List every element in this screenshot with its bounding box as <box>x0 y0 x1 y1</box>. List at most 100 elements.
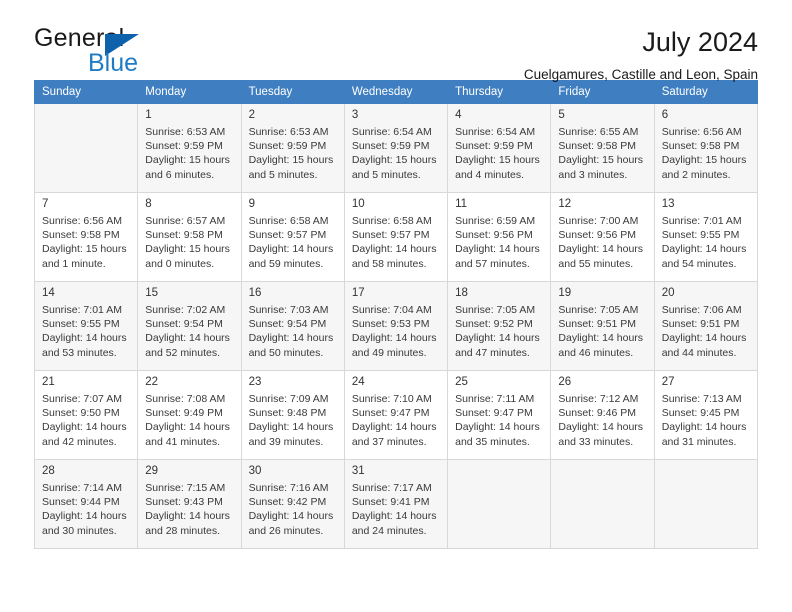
calendar-day-cell[interactable]: 1 Sunrise: 6:53 AM Sunset: 9:59 PM Daylig… <box>137 103 242 193</box>
day-number: 18 <box>455 287 468 299</box>
calendar-day-cell[interactable]: 18 Sunrise: 7:05 AM Sunset: 9:52 PM Dayli… <box>447 281 552 371</box>
calendar-day-cell[interactable]: 8 Sunrise: 6:57 AM Sunset: 9:58 PM Daylig… <box>137 192 242 282</box>
brand-logo[interactable]: General Blue <box>34 26 244 82</box>
day-number: 2 <box>248 109 255 121</box>
day-sun-details: Sunrise: 7:12 AM Sunset: 9:46 PM Dayligh… <box>558 393 644 448</box>
day-sun-details: Sunrise: 7:06 AM Sunset: 9:51 PM Dayligh… <box>661 304 747 359</box>
day-sun-details: Sunrise: 7:14 AM Sunset: 9:44 PM Dayligh… <box>42 482 127 537</box>
day-sun-details: Sunrise: 7:05 AM Sunset: 9:52 PM Dayligh… <box>455 304 540 359</box>
calendar-day-cell[interactable]: 22 Sunrise: 7:08 AM Sunset: 9:49 PM Dayli… <box>137 370 242 460</box>
day-sun-details: Sunrise: 7:09 AM Sunset: 9:48 PM Dayligh… <box>248 393 334 448</box>
calendar-cell-content: 14 Sunrise: 7:01 AM Sunset: 9:55 PM Dayli… <box>35 282 137 370</box>
calendar-cell-content: 22 Sunrise: 7:08 AM Sunset: 9:49 PM Dayli… <box>138 371 240 459</box>
calendar-day-cell[interactable]: 2 Sunrise: 6:53 AM Sunset: 9:59 PM Daylig… <box>240 103 345 193</box>
calendar-day-cell[interactable]: 11 Sunrise: 6:59 AM Sunset: 9:56 PM Dayli… <box>447 192 552 282</box>
calendar-day-cell[interactable]: 30 Sunrise: 7:16 AM Sunset: 9:42 PM Dayli… <box>240 459 345 549</box>
calendar-cell-content: 19 Sunrise: 7:05 AM Sunset: 9:51 PM Dayli… <box>551 282 653 370</box>
day-number: 30 <box>248 465 262 477</box>
calendar-day-cell[interactable]: 31 Sunrise: 7:17 AM Sunset: 9:41 PM Dayli… <box>343 459 449 549</box>
calendar-day-cell[interactable]: 27 Sunrise: 7:13 AM Sunset: 9:45 PM Dayli… <box>653 370 759 460</box>
calendar-cell-content: 1 Sunrise: 6:53 AM Sunset: 9:59 PM Daylig… <box>138 104 240 192</box>
day-number: 6 <box>661 109 669 121</box>
day-number: 17 <box>351 287 365 299</box>
day-number: 26 <box>558 376 572 388</box>
day-number: 9 <box>248 198 255 210</box>
calendar-day-cell[interactable]: 6 Sunrise: 6:56 AM Sunset: 9:58 PM Daylig… <box>653 103 759 193</box>
calendar-day-cell[interactable]: 5 Sunrise: 6:55 AM Sunset: 9:58 PM Daylig… <box>550 103 655 193</box>
calendar-day-cell[interactable]: 29 Sunrise: 7:15 AM Sunset: 9:43 PM Dayli… <box>137 459 242 549</box>
calendar-day-cell[interactable]: 21 Sunrise: 7:07 AM Sunset: 9:50 PM Dayli… <box>33 370 139 460</box>
calendar-day-cell[interactable]: 20 Sunrise: 7:06 AM Sunset: 9:51 PM Dayli… <box>653 281 759 371</box>
weekday-header-sunday: Sunday <box>33 80 139 104</box>
calendar-cell-content: 25 Sunrise: 7:11 AM Sunset: 9:47 PM Dayli… <box>448 371 550 459</box>
calendar-day-cell[interactable]: 28 Sunrise: 7:14 AM Sunset: 9:44 PM Dayli… <box>33 459 139 549</box>
calendar-cell-content: 26 Sunrise: 7:12 AM Sunset: 9:46 PM Dayli… <box>551 371 653 459</box>
calendar-day-cell[interactable]: 17 Sunrise: 7:04 AM Sunset: 9:53 PM Dayli… <box>343 281 449 371</box>
calendar-day-cell[interactable]: 4 Sunrise: 6:54 AM Sunset: 9:59 PM Daylig… <box>447 103 552 193</box>
day-sun-details: Sunrise: 6:53 AM Sunset: 9:59 PM Dayligh… <box>145 126 230 181</box>
calendar-cell-content: 6 Sunrise: 6:56 AM Sunset: 9:58 PM Daylig… <box>655 104 757 192</box>
calendar-day-cell[interactable]: 15 Sunrise: 7:02 AM Sunset: 9:54 PM Dayli… <box>137 281 242 371</box>
calendar-day-cell[interactable]: 19 Sunrise: 7:05 AM Sunset: 9:51 PM Dayli… <box>550 281 655 371</box>
day-number: 15 <box>145 287 159 299</box>
weekday-header-thursday: Thursday <box>447 80 552 104</box>
day-number: 31 <box>351 465 365 477</box>
weekday-header-wednesday: Wednesday <box>343 80 449 104</box>
calendar-day-cell[interactable]: 12 Sunrise: 7:00 AM Sunset: 9:56 PM Dayli… <box>550 192 655 282</box>
day-number: 12 <box>558 198 572 210</box>
day-sun-details: Sunrise: 7:02 AM Sunset: 9:54 PM Dayligh… <box>145 304 230 359</box>
calendar-day-cell[interactable]: 13 Sunrise: 7:01 AM Sunset: 9:55 PM Dayli… <box>653 192 759 282</box>
calendar-day-cell[interactable]: 9 Sunrise: 6:58 AM Sunset: 9:57 PM Daylig… <box>240 192 345 282</box>
calendar-cell-empty <box>550 459 655 549</box>
day-number: 28 <box>42 465 55 477</box>
calendar-cell-content: 12 Sunrise: 7:00 AM Sunset: 9:56 PM Dayli… <box>551 193 653 281</box>
day-sun-details: Sunrise: 6:55 AM Sunset: 9:58 PM Dayligh… <box>558 126 644 181</box>
day-number: 19 <box>558 287 572 299</box>
calendar-cell-content: 7 Sunrise: 6:56 AM Sunset: 9:58 PM Daylig… <box>35 193 137 281</box>
day-number: 11 <box>455 198 468 210</box>
location-subtitle: Cuelgamures, Castille and Leon, Spain <box>523 66 758 82</box>
calendar-day-cell[interactable]: 24 Sunrise: 7:10 AM Sunset: 9:47 PM Dayli… <box>343 370 449 460</box>
day-sun-details: Sunrise: 6:58 AM Sunset: 9:57 PM Dayligh… <box>248 215 334 270</box>
calendar-cell-content: 21 Sunrise: 7:07 AM Sunset: 9:50 PM Dayli… <box>35 371 137 459</box>
calendar-cell-content: 3 Sunrise: 6:54 AM Sunset: 9:59 PM Daylig… <box>345 104 447 192</box>
calendar-cell-content: 15 Sunrise: 7:02 AM Sunset: 9:54 PM Dayli… <box>138 282 240 370</box>
day-number: 16 <box>248 287 262 299</box>
calendar-day-cell[interactable]: 3 Sunrise: 6:54 AM Sunset: 9:59 PM Daylig… <box>343 103 449 193</box>
calendar-cell-content: 18 Sunrise: 7:05 AM Sunset: 9:52 PM Dayli… <box>448 282 550 370</box>
calendar-week-row: 21 Sunrise: 7:07 AM Sunset: 9:50 PM Dayli… <box>33 370 759 460</box>
calendar-cell-content: 24 Sunrise: 7:10 AM Sunset: 9:47 PM Dayli… <box>345 371 447 459</box>
calendar-day-cell[interactable]: 14 Sunrise: 7:01 AM Sunset: 9:55 PM Dayli… <box>33 281 139 371</box>
calendar-day-cell[interactable]: 23 Sunrise: 7:09 AM Sunset: 9:48 PM Dayli… <box>240 370 345 460</box>
calendar-cell-empty <box>653 459 759 549</box>
calendar-week-row: 7 Sunrise: 6:56 AM Sunset: 9:58 PM Daylig… <box>33 192 759 282</box>
calendar-grid: Sunday Monday Tuesday Wednesday Thursday… <box>33 80 759 549</box>
calendar-day-cell[interactable]: 16 Sunrise: 7:03 AM Sunset: 9:54 PM Dayli… <box>240 281 345 371</box>
calendar-week-row: 14 Sunrise: 7:01 AM Sunset: 9:55 PM Dayli… <box>33 281 759 371</box>
calendar-cell-content: 23 Sunrise: 7:09 AM Sunset: 9:48 PM Dayli… <box>242 371 344 459</box>
calendar-cell-content: 31 Sunrise: 7:17 AM Sunset: 9:41 PM Dayli… <box>345 460 447 548</box>
calendar-cell-content: 29 Sunrise: 7:15 AM Sunset: 9:43 PM Dayli… <box>138 460 240 548</box>
day-sun-details: Sunrise: 6:54 AM Sunset: 9:59 PM Dayligh… <box>455 126 540 181</box>
calendar-day-cell[interactable]: 26 Sunrise: 7:12 AM Sunset: 9:46 PM Dayli… <box>550 370 655 460</box>
calendar-cell-empty <box>447 459 552 549</box>
weekday-header-tuesday: Tuesday <box>240 80 345 104</box>
calendar-day-cell[interactable]: 7 Sunrise: 6:56 AM Sunset: 9:58 PM Daylig… <box>33 192 139 282</box>
day-sun-details: Sunrise: 7:17 AM Sunset: 9:41 PM Dayligh… <box>351 482 437 537</box>
day-sun-details: Sunrise: 7:01 AM Sunset: 9:55 PM Dayligh… <box>661 215 747 270</box>
day-sun-details: Sunrise: 6:54 AM Sunset: 9:59 PM Dayligh… <box>351 126 437 181</box>
weekday-header-monday: Monday <box>137 80 242 104</box>
day-number: 21 <box>42 376 55 388</box>
weekday-header-row: Sunday Monday Tuesday Wednesday Thursday… <box>33 80 759 104</box>
day-sun-details: Sunrise: 6:56 AM Sunset: 9:58 PM Dayligh… <box>42 215 127 270</box>
day-number: 14 <box>42 287 55 299</box>
day-number: 20 <box>661 287 675 299</box>
calendar-cell-content: 30 Sunrise: 7:16 AM Sunset: 9:42 PM Dayli… <box>242 460 344 548</box>
calendar-cell-content: 28 Sunrise: 7:14 AM Sunset: 9:44 PM Dayli… <box>35 460 137 548</box>
day-number: 4 <box>455 109 462 121</box>
day-sun-details: Sunrise: 6:59 AM Sunset: 9:56 PM Dayligh… <box>455 215 540 270</box>
calendar-cell-content: 16 Sunrise: 7:03 AM Sunset: 9:54 PM Dayli… <box>242 282 344 370</box>
calendar-day-cell[interactable]: 10 Sunrise: 6:58 AM Sunset: 9:57 PM Dayli… <box>343 192 449 282</box>
calendar-cell-content: 10 Sunrise: 6:58 AM Sunset: 9:57 PM Dayli… <box>345 193 447 281</box>
calendar-day-cell[interactable]: 25 Sunrise: 7:11 AM Sunset: 9:47 PM Dayli… <box>447 370 552 460</box>
